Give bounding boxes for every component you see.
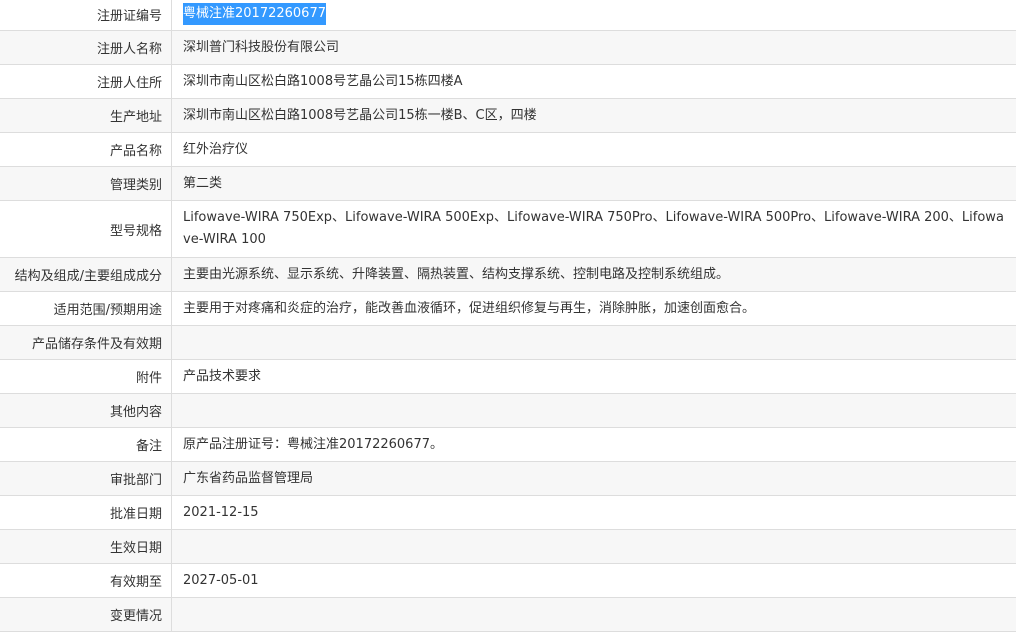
field-label: 管理类别 <box>0 167 172 200</box>
field-label: 注册证编号 <box>0 0 172 30</box>
field-label: 生效日期 <box>0 530 172 563</box>
selected-text[interactable]: 粤械注准20172260677 <box>183 3 326 25</box>
field-value: Lifowave-WIRA 750Exp、Lifowave-WIRA 500Ex… <box>183 210 1004 247</box>
field-label: 注册人住所 <box>0 65 172 98</box>
table-row: 注册人名称 深圳普门科技股份有限公司 <box>0 31 1016 65</box>
field-value: 深圳市南山区松白路1008号艺晶公司15栋四楼A <box>183 73 463 89</box>
table-row: 注册人住所 深圳市南山区松白路1008号艺晶公司15栋四楼A <box>0 65 1016 99</box>
field-value: 2027-05-01 <box>183 572 259 588</box>
field-label: 其他内容 <box>0 394 172 427</box>
field-value: 红外治疗仪 <box>183 141 249 157</box>
table-row: 生产地址 深圳市南山区松白路1008号艺晶公司15栋一楼B、C区，四楼 <box>0 99 1016 133</box>
registration-detail-table: 注册证编号 粤械注准20172260677 注册人名称 深圳普门科技股份有限公司… <box>0 0 1016 632</box>
field-label: 附件 <box>0 360 172 393</box>
field-label: 结构及组成/主要组成成分 <box>0 258 172 291</box>
field-value <box>172 598 1016 631</box>
field-label: 生产地址 <box>0 99 172 132</box>
table-row: 其他内容 <box>0 394 1016 428</box>
table-row: 产品储存条件及有效期 <box>0 326 1016 360</box>
field-label: 审批部门 <box>0 462 172 495</box>
field-value: 产品技术要求 <box>183 368 262 384</box>
table-row: 有效期至 2027-05-01 <box>0 564 1016 598</box>
table-row: 适用范围/预期用途 主要用于对疼痛和炎症的治疗，能改善血液循环，促进组织修复与再… <box>0 292 1016 326</box>
field-value <box>172 530 1016 563</box>
field-label: 有效期至 <box>0 564 172 597</box>
field-value: 第二类 <box>183 175 223 191</box>
table-row: 注册证编号 粤械注准20172260677 <box>0 0 1016 31</box>
field-value: 2021-12-15 <box>183 504 259 520</box>
field-value: 粤械注准20172260677 <box>172 0 1016 30</box>
field-label: 注册人名称 <box>0 31 172 64</box>
table-row: 结构及组成/主要组成成分 主要由光源系统、显示系统、升降装置、隔热装置、结构支撑… <box>0 258 1016 292</box>
field-value: 原产品注册证号：粤械注准20172260677。 <box>183 436 443 452</box>
field-label: 备注 <box>0 428 172 461</box>
field-label: 变更情况 <box>0 598 172 631</box>
field-value <box>172 394 1016 427</box>
field-label: 产品储存条件及有效期 <box>0 326 172 359</box>
table-row: 变更情况 <box>0 598 1016 632</box>
table-row: 批准日期 2021-12-15 <box>0 496 1016 530</box>
field-label: 产品名称 <box>0 133 172 166</box>
field-label: 型号规格 <box>0 201 172 257</box>
field-label: 批准日期 <box>0 496 172 529</box>
field-value <box>172 326 1016 359</box>
table-row: 生效日期 <box>0 530 1016 564</box>
field-value: 广东省药品监督管理局 <box>183 470 314 486</box>
table-row: 管理类别 第二类 <box>0 167 1016 201</box>
table-row: 附件 产品技术要求 <box>0 360 1016 394</box>
field-value: 深圳普门科技股份有限公司 <box>183 39 340 55</box>
table-row: 备注 原产品注册证号：粤械注准20172260677。 <box>0 428 1016 462</box>
field-label: 适用范围/预期用途 <box>0 292 172 325</box>
field-value: 主要用于对疼痛和炎症的治疗，能改善血液循环，促进组织修复与再生，消除肿胀，加速创… <box>183 300 756 316</box>
table-row: 型号规格 Lifowave-WIRA 750Exp、Lifowave-WIRA … <box>0 201 1016 258</box>
table-row: 审批部门 广东省药品监督管理局 <box>0 462 1016 496</box>
table-row: 产品名称 红外治疗仪 <box>0 133 1016 167</box>
field-value: 主要由光源系统、显示系统、升降装置、隔热装置、结构支撑系统、控制电路及控制系统组… <box>183 266 730 282</box>
field-value: 深圳市南山区松白路1008号艺晶公司15栋一楼B、C区，四楼 <box>183 107 537 123</box>
